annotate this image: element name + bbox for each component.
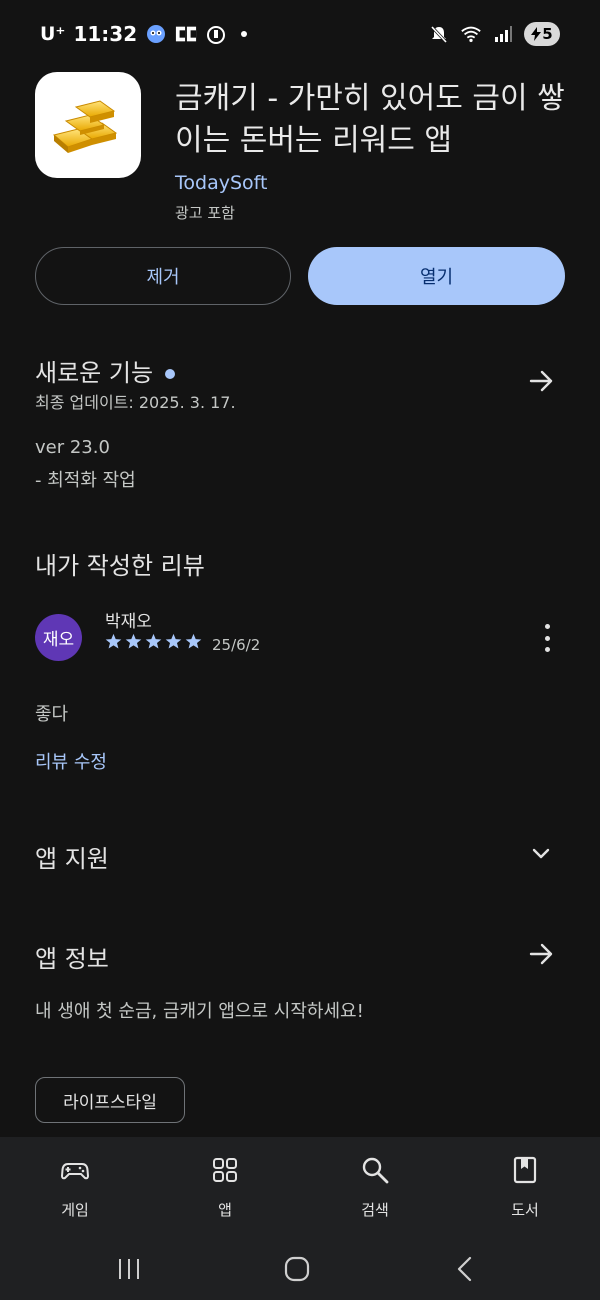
nav-label-games: 게임 bbox=[61, 1201, 89, 1219]
avatar: 재오 bbox=[35, 614, 82, 661]
last-updated: 최종 업데이트: 2025. 3. 17. bbox=[35, 393, 236, 412]
arrow-right-icon[interactable] bbox=[527, 367, 555, 395]
charging-icon bbox=[531, 27, 542, 41]
chevron-down-icon[interactable] bbox=[529, 842, 553, 866]
whats-new-title: 새로운 기능 bbox=[35, 359, 154, 387]
more-options-icon[interactable] bbox=[538, 624, 556, 652]
home-icon[interactable] bbox=[282, 1254, 312, 1284]
bottom-navigation: 게임 앱 검색 도서 bbox=[0, 1137, 600, 1237]
signal-icon bbox=[492, 23, 514, 45]
review-date: 25/6/2 bbox=[212, 636, 261, 654]
contains-ads-note: 광고 포함 bbox=[175, 204, 235, 222]
nav-item-search[interactable]: 검색 bbox=[300, 1137, 450, 1237]
version-text: ver 23.0 bbox=[35, 437, 110, 458]
recent-apps-icon[interactable] bbox=[114, 1254, 144, 1284]
nav-item-games[interactable]: 게임 bbox=[0, 1137, 150, 1237]
app-title: 금캐기 - 가만히 있어도 금이 쌓이는 돈버는 리워드 앱 bbox=[175, 81, 565, 158]
system-navigation-bar bbox=[0, 1237, 600, 1300]
notification-app-icon bbox=[145, 23, 167, 45]
app-support-section[interactable]: 앱 지원 bbox=[35, 839, 109, 874]
star-rating bbox=[105, 633, 202, 650]
apps-grid-icon bbox=[213, 1158, 237, 1182]
my-review-title: 내가 작성한 리뷰 bbox=[35, 552, 205, 580]
category-chip[interactable]: 라이프스타일 bbox=[35, 1077, 185, 1123]
back-icon[interactable] bbox=[450, 1254, 480, 1284]
star-icon bbox=[185, 633, 202, 649]
nav-item-books[interactable]: 도서 bbox=[450, 1137, 600, 1237]
book-icon bbox=[513, 1156, 537, 1184]
battery-level: 5 bbox=[542, 25, 553, 43]
nav-item-apps[interactable]: 앱 bbox=[150, 1137, 300, 1237]
uninstall-button[interactable]: 제거 bbox=[35, 247, 291, 305]
app-description: 내 생애 첫 순금, 금캐기 앱으로 시작하세요! bbox=[35, 1001, 364, 1022]
search-icon bbox=[362, 1157, 389, 1184]
wifi-icon bbox=[460, 23, 482, 45]
star-icon bbox=[165, 633, 182, 649]
nav-label-apps: 앱 bbox=[218, 1201, 232, 1219]
star-icon bbox=[105, 633, 122, 649]
open-button[interactable]: 열기 bbox=[308, 247, 565, 305]
timer-icon bbox=[205, 23, 227, 45]
notification-dot bbox=[241, 31, 248, 37]
gamepad-icon bbox=[60, 1163, 90, 1180]
battery-indicator: 5 bbox=[524, 22, 560, 46]
nav-label-books: 도서 bbox=[511, 1201, 539, 1219]
arrow-right-icon[interactable] bbox=[527, 940, 555, 968]
gold-bars-icon[interactable] bbox=[35, 72, 141, 178]
star-icon bbox=[145, 633, 162, 649]
cc-icon bbox=[175, 23, 197, 45]
app-header: 금캐기 - 가만히 있어도 금이 쌓이는 돈버는 리워드 앱 TodaySoft… bbox=[35, 72, 565, 232]
status-clock: 11:32 bbox=[73, 22, 138, 46]
whats-new-section[interactable]: 새로운 기능 bbox=[35, 353, 176, 388]
carrier-label: U⁺ bbox=[40, 23, 66, 45]
edit-review-link[interactable]: 리뷰 수정 bbox=[35, 748, 107, 774]
reviewer-name: 박재오 bbox=[105, 612, 152, 632]
app-info-section[interactable]: 앱 정보 bbox=[35, 939, 109, 974]
nav-label-search: 검색 bbox=[361, 1201, 389, 1219]
mute-icon bbox=[428, 23, 450, 45]
star-icon bbox=[125, 633, 142, 649]
status-bar: U⁺ 11:32 5 bbox=[0, 0, 600, 70]
review-text: 좋다 bbox=[35, 704, 69, 725]
new-indicator-dot bbox=[165, 369, 176, 379]
developer-link[interactable]: TodaySoft bbox=[175, 172, 267, 194]
release-notes: - 최적화 작업 bbox=[35, 470, 136, 491]
